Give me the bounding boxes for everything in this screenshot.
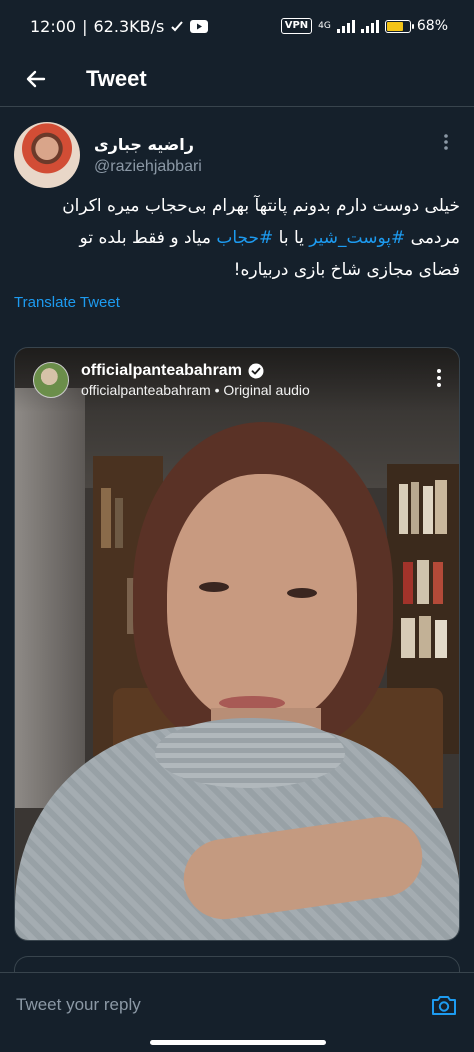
- back-button[interactable]: [16, 59, 56, 99]
- hashtag-link[interactable]: #پوست_شیر: [309, 228, 405, 248]
- vpn-badge: VPN: [280, 18, 313, 34]
- camera-button[interactable]: [426, 987, 462, 1023]
- battery-icon: [384, 19, 414, 33]
- status-left: 12:00 | 62.3KB/s: [30, 16, 209, 36]
- arrow-left-icon: [26, 70, 46, 88]
- tweet-text-segment: یا با: [273, 228, 310, 248]
- verified-badge-icon: [248, 363, 264, 379]
- author-handle[interactable]: @raziehjabbari: [94, 158, 202, 176]
- youtube-icon: [190, 19, 209, 33]
- instagram-header: officialpanteabahram officialpanteabahra…: [15, 348, 459, 412]
- camera-icon: [432, 996, 456, 1015]
- hashtag-link[interactable]: #حجاب: [216, 228, 273, 248]
- signal-icon-2: [360, 19, 379, 33]
- instagram-username-row: officialpanteabahram: [81, 362, 310, 380]
- home-indicator: [150, 1040, 326, 1045]
- instagram-subtitle: officialpanteabahram • Original audio: [81, 382, 310, 398]
- signal-icon: [336, 19, 355, 33]
- translate-tweet-link[interactable]: Translate Tweet: [14, 294, 120, 311]
- author-display-name[interactable]: راضیه جباری: [94, 135, 202, 154]
- more-options-icon[interactable]: [436, 132, 456, 152]
- tweet-text-line-1: خیلی دوست دارم بدونم پانتهآ بهرام بی‌حجا…: [62, 196, 460, 216]
- instagram-text: officialpanteabahram officialpanteabahra…: [81, 362, 310, 398]
- status-speed: 62.3KB/s: [93, 16, 165, 36]
- instagram-username: officialpanteabahram: [81, 362, 242, 379]
- top-app-bar: Tweet: [0, 52, 474, 107]
- battery-percent: 68%: [416, 18, 448, 34]
- check-icon: [171, 21, 184, 32]
- video-media[interactable]: officialpanteabahram officialpanteabahra…: [14, 347, 460, 941]
- tweet-text-line-2: مردمی #پوست_شیر یا با #حجاب میاد و فقط ب…: [14, 222, 460, 254]
- reply-bar: [0, 972, 474, 1037]
- tweet-text-line-3: فضای مجازی شاخ بازی دربیاره!: [233, 260, 460, 280]
- network-type: 4G: [318, 21, 331, 31]
- tweet-text-segment: میاد و فقط بلده تو: [79, 228, 217, 248]
- media-more-icon[interactable]: [433, 366, 445, 390]
- status-time: 12:00: [30, 16, 77, 36]
- tweet-author: راضیه جباری @raziehjabbari: [14, 122, 460, 188]
- instagram-avatar: [33, 362, 69, 398]
- page-title: Tweet: [86, 66, 147, 91]
- status-divider: |: [82, 16, 88, 36]
- status-right: VPN 4G 68%: [280, 18, 448, 34]
- tweet-text: خیلی دوست دارم بدونم پانتهآ بهرام بی‌حجا…: [14, 190, 460, 286]
- author-names: راضیه جباری @raziehjabbari: [94, 135, 202, 176]
- tweet-text-segment: مردمی: [405, 228, 460, 248]
- avatar[interactable]: [14, 122, 80, 188]
- reply-input[interactable]: [14, 994, 426, 1016]
- status-bar: 12:00 | 62.3KB/s VPN 4G 68%: [0, 0, 474, 52]
- video-frame: [15, 348, 459, 940]
